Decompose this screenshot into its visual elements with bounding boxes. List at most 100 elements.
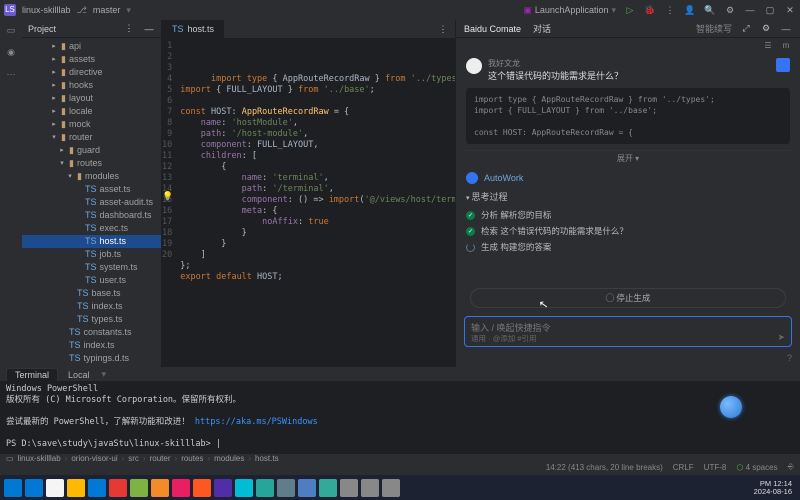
chat-lang-icon[interactable]: m xyxy=(780,39,792,51)
tree-file[interactable]: TS types.ts xyxy=(22,313,161,326)
chat-hide-icon[interactable]: — xyxy=(780,23,792,35)
tab-more-icon[interactable]: ⋮ xyxy=(437,23,449,35)
maximize-icon[interactable]: ▢ xyxy=(764,4,776,16)
tree-folder[interactable]: ▸▮ assets xyxy=(22,53,161,66)
chat-extra-link[interactable]: 智能续写 xyxy=(696,22,732,35)
breadcrumb-item[interactable]: host.ts xyxy=(255,454,279,463)
tree-file[interactable]: TS asset-audit.ts xyxy=(22,196,161,209)
tree-file[interactable]: TS index.ts xyxy=(22,339,161,352)
tree-file[interactable]: TS constants.ts xyxy=(22,326,161,339)
tree-folder[interactable]: ▸▮ hooks xyxy=(22,79,161,92)
chat-tab-comate[interactable]: Baidu Comate xyxy=(464,24,521,34)
tree-file[interactable]: TS job.ts xyxy=(22,248,161,261)
taskbar-app-icon[interactable] xyxy=(4,479,22,497)
status-enc[interactable]: UTF-8 xyxy=(704,463,727,472)
project-name[interactable]: linux-skilllab xyxy=(22,5,71,15)
taskbar-app-icon[interactable] xyxy=(151,479,169,497)
breadcrumb-item[interactable]: linux-skilllab xyxy=(18,454,61,463)
project-tool-icon[interactable]: ▭ xyxy=(5,24,17,36)
tree-file[interactable]: TS typings.d.ts xyxy=(22,352,161,365)
status-pos[interactable]: 14:22 (413 chars, 20 line breaks) xyxy=(546,463,663,472)
tree-file[interactable]: TS host.ts xyxy=(22,235,161,248)
account-icon[interactable]: 👤 xyxy=(684,4,696,16)
tree-file[interactable]: TS user.ts xyxy=(22,274,161,287)
breadcrumb-item[interactable]: orion-visor-ui xyxy=(71,454,117,463)
tree-file[interactable]: TS index.ts xyxy=(22,300,161,313)
close-icon[interactable]: ✕ xyxy=(784,4,796,16)
tree-file[interactable]: TS system.ts xyxy=(22,261,161,274)
assistant-fab[interactable] xyxy=(720,396,742,418)
chat-settings-icon[interactable]: ⚙ xyxy=(760,23,772,35)
commit-tool-icon[interactable]: ◉ xyxy=(5,46,17,58)
tree-file[interactable]: TS asset.ts xyxy=(22,183,161,196)
tree-folder[interactable]: ▸▮ store xyxy=(22,365,161,367)
chat-expand-icon[interactable]: ⤢ xyxy=(740,23,752,35)
taskbar-app-icon[interactable] xyxy=(193,479,211,497)
breadcrumb-item[interactable]: src xyxy=(128,454,139,463)
copy-msg-icon[interactable] xyxy=(776,58,790,72)
taskbar-app-icon[interactable] xyxy=(214,479,232,497)
terminal-tab[interactable]: Terminal xyxy=(6,368,58,381)
run-icon[interactable]: ▷ xyxy=(624,4,636,16)
minimize-icon[interactable]: — xyxy=(744,4,756,16)
taskbar-app-icon[interactable] xyxy=(46,479,64,497)
breadcrumb-item[interactable]: routes xyxy=(181,454,203,463)
taskbar-app-icon[interactable] xyxy=(25,479,43,497)
send-icon[interactable]: ➤ xyxy=(777,332,785,343)
expand-code-button[interactable]: 展开 ▾ xyxy=(466,150,790,166)
tree-file[interactable]: TS dashboard.ts xyxy=(22,209,161,222)
taskbar-app-icon[interactable] xyxy=(319,479,337,497)
taskbar-app-icon[interactable] xyxy=(256,479,274,497)
panel-menu-icon[interactable]: ⋮ xyxy=(123,23,135,35)
tree-file[interactable]: TS exec.ts xyxy=(22,222,161,235)
tree-folder[interactable]: ▸▮ directive xyxy=(22,66,161,79)
chat-option-icon[interactable]: ☰ xyxy=(762,39,774,51)
chat-help-icon[interactable]: ? xyxy=(787,353,792,363)
taskbar-app-icon[interactable] xyxy=(298,479,316,497)
taskbar-app-icon[interactable] xyxy=(109,479,127,497)
run-config[interactable]: ▣LaunchApplication▾ xyxy=(523,5,616,16)
code-editor[interactable]: 1234567891011121314151617181920 💡 import… xyxy=(162,38,455,367)
stop-generate-button[interactable]: ◯ 停止生成 xyxy=(470,288,786,308)
status-eol[interactable]: CRLF xyxy=(673,463,694,472)
branch-name[interactable]: master xyxy=(93,5,121,15)
more-tool-icon[interactable]: ⋯ xyxy=(5,68,17,80)
gear-icon[interactable]: ⚙ xyxy=(724,4,736,16)
tree-folder[interactable]: ▸▮ layout xyxy=(22,92,161,105)
thinking-title[interactable]: 思考过程 xyxy=(471,192,507,202)
windows-taskbar[interactable]: PM 12:142024-08-16 xyxy=(0,475,800,500)
breadcrumb-item[interactable]: router xyxy=(150,454,171,463)
chat-meta[interactable]: 通用 · @添加 #引用 xyxy=(471,333,537,344)
taskbar-app-icon[interactable] xyxy=(340,479,358,497)
tree-folder[interactable]: ▾▮ router xyxy=(22,131,161,144)
taskbar-app-icon[interactable] xyxy=(130,479,148,497)
breadcrumb-item[interactable]: modules xyxy=(214,454,244,463)
code-area[interactable]: 💡 import type { AppRouteRecordRaw } from… xyxy=(176,38,455,367)
taskbar-app-icon[interactable] xyxy=(235,479,253,497)
tree-folder[interactable]: ▾▮ routes xyxy=(22,157,161,170)
tree-file[interactable]: TS base.ts xyxy=(22,287,161,300)
debug-icon[interactable]: 🐞 xyxy=(644,4,656,16)
taskbar-app-icon[interactable] xyxy=(67,479,85,497)
local-tab[interactable]: Local xyxy=(60,369,98,381)
chat-tab-dialog[interactable]: 对话 xyxy=(533,22,551,35)
chat-input[interactable]: 输入 / 唤起快捷指令 通用 · @添加 #引用 ➤ xyxy=(464,316,792,347)
breadcrumb[interactable]: ▭ linux-skilllab › orion-visor-ui › src … xyxy=(0,453,800,463)
tree-folder[interactable]: ▸▮ mock xyxy=(22,118,161,131)
taskbar-app-icon[interactable] xyxy=(277,479,295,497)
more-icon[interactable]: ⋮ xyxy=(664,4,676,16)
tree-folder[interactable]: ▸▮ api xyxy=(22,40,161,53)
tree-folder[interactable]: ▸▮ guard xyxy=(22,144,161,157)
tree-folder[interactable]: ▾▮ modules xyxy=(22,170,161,183)
taskbar-app-icon[interactable] xyxy=(88,479,106,497)
status-indent[interactable]: ⬡ 4 spaces xyxy=(736,463,777,472)
taskbar-clock[interactable]: PM 12:142024-08-16 xyxy=(754,480,796,496)
terminal-output[interactable]: Windows PowerShell 版权所有 (C) Microsoft Co… xyxy=(0,381,800,453)
search-icon[interactable]: 🔍 xyxy=(704,4,716,16)
project-tree[interactable]: ▸▮ api▸▮ assets▸▮ directive▸▮ hooks▸▮ la… xyxy=(22,38,161,367)
panel-hide-icon[interactable]: — xyxy=(143,23,155,35)
taskbar-app-icon[interactable] xyxy=(382,479,400,497)
taskbar-app-icon[interactable] xyxy=(172,479,190,497)
lightbulb-icon[interactable]: 💡 xyxy=(162,192,173,203)
tab-host-ts[interactable]: TS host.ts xyxy=(162,20,224,38)
